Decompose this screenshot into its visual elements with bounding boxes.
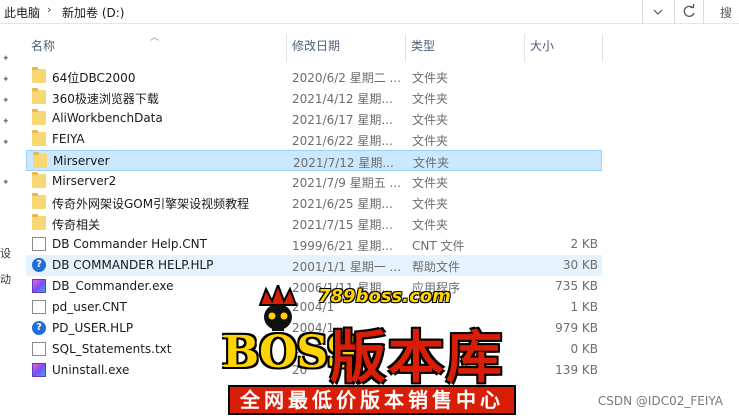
file-name: 传奇相关: [52, 218, 101, 232]
watermark-title: 版本库: [330, 326, 504, 391]
folder-icon: [32, 88, 46, 104]
file-row[interactable]: Mirserver2 2021/7/9 星期五 ... 文件夹: [26, 171, 602, 192]
file-name: FEIYA: [52, 132, 85, 146]
pin-icon: ✦: [2, 178, 10, 188]
file-name: Mirserver2: [52, 174, 117, 188]
column-header-date[interactable]: 修改日期: [287, 34, 405, 62]
file-name: Mirserver: [53, 154, 110, 168]
file-type: 文件夹: [412, 113, 449, 127]
file-type: 文件夹: [412, 71, 449, 85]
pin-icon: ✦: [2, 75, 10, 85]
address-history-button[interactable]: [646, 0, 670, 24]
pin-icon: ✦: [2, 54, 10, 64]
file-date: 2021/4/12 星期...: [292, 92, 393, 106]
text-file-icon: [32, 342, 46, 356]
file-type: 文件夹: [412, 218, 449, 232]
file-row[interactable]: ? DB COMMANDER HELP.HLP 2001/1/1 星期一 ... 帮助…: [26, 255, 602, 276]
file-row[interactable]: 传奇相关 2021/7/15 星期... 文件夹: [26, 213, 602, 234]
document-icon: [32, 237, 46, 251]
file-date: 2021/6/17 星期...: [292, 113, 393, 127]
breadcrumb-drive-d[interactable]: 新加卷 (D:): [62, 4, 124, 21]
file-type: 文件夹: [412, 197, 449, 211]
address-bar: 此电脑 › 新加卷 (D:) 搜: [0, 0, 739, 24]
refresh-icon: [683, 4, 695, 17]
folder-icon: [32, 67, 46, 83]
file-size: 0 KB: [570, 342, 598, 356]
folder-icon: [32, 193, 46, 209]
folder-icon: [32, 130, 46, 146]
file-row[interactable]: Mirserver 2021/7/12 星期... 文件夹: [26, 150, 602, 171]
file-size: 139 KB: [555, 363, 598, 377]
application-icon: [32, 363, 46, 377]
file-row[interactable]: 传奇外网架设GOM引擎架设视频教程 2021/6/25 星期... 文件夹: [26, 192, 602, 213]
file-date: 2021/7/9 星期五 ...: [292, 176, 401, 190]
file-name: DB Commander Help.CNT: [52, 237, 207, 251]
file-size: 735 KB: [555, 279, 598, 293]
file-type: CNT 文件: [412, 239, 465, 253]
file-row[interactable]: AliWorkbenchData 2021/6/17 星期... 文件夹: [26, 108, 602, 129]
file-name: DB COMMANDER HELP.HLP: [52, 258, 214, 272]
file-row[interactable]: FEIYA 2021/6/22 星期... 文件夹: [26, 129, 602, 150]
application-icon: [32, 279, 46, 293]
breadcrumb[interactable]: 此电脑 › 新加卷 (D:): [0, 0, 643, 24]
file-row[interactable]: 360极速浏览器下载 2021/4/12 星期... 文件夹: [26, 87, 602, 108]
help-file-icon: ?: [32, 258, 46, 272]
breadcrumb-this-pc[interactable]: 此电脑: [4, 4, 40, 21]
column-header-size[interactable]: 大小: [525, 34, 602, 62]
author-credit: CSDN @IDC02_FEIYA: [597, 394, 723, 408]
breadcrumb-separator-icon: ›: [47, 3, 52, 16]
file-row[interactable]: DB Commander Help.CNT 1999/6/21 星期... CNT …: [26, 234, 602, 255]
nav-item-label[interactable]: 动: [0, 271, 11, 287]
column-header-name[interactable]: 名称: [26, 34, 286, 62]
file-date: 1999/6/21 星期...: [292, 239, 393, 253]
watermark-url: 789boss.com: [318, 286, 451, 307]
file-type: 文件夹: [412, 92, 449, 106]
search-placeholder: 搜: [720, 6, 733, 20]
file-name: pd_user.CNT: [52, 300, 127, 314]
file-type: 文件夹: [413, 156, 450, 170]
file-name: DB_Commander.exe: [52, 279, 174, 293]
navigation-pane: ✦ ✦ ✦ ✦ ✦ ✦ 设 动: [0, 24, 16, 420]
pin-icon: ✦: [2, 117, 10, 127]
folder-icon: [32, 172, 46, 188]
file-size: 979 KB: [555, 321, 598, 335]
file-date: 2021/6/22 星期...: [292, 134, 393, 148]
file-date: 2021/6/25 星期...: [292, 197, 393, 211]
folder-icon: [33, 152, 47, 168]
file-name: SQL_Statements.txt: [52, 342, 172, 356]
help-file-icon: ?: [32, 321, 46, 335]
file-size: 30 KB: [562, 258, 598, 272]
file-name: 360极速浏览器下载: [52, 92, 159, 106]
file-type: 文件夹: [412, 134, 449, 148]
pin-icon: ✦: [2, 138, 10, 148]
file-date: 2001/1/1 星期一 ...: [292, 260, 401, 274]
file-row[interactable]: 64位DBC2000 2020/6/2 星期二 ... 文件夹: [26, 66, 602, 87]
file-date: 2021/7/15 星期...: [292, 218, 393, 232]
file-size: 1 KB: [570, 300, 598, 314]
file-name: PD_USER.HLP: [52, 321, 134, 335]
file-type: 文件夹: [412, 176, 449, 190]
folder-icon: [32, 109, 46, 125]
column-header-type[interactable]: 类型: [406, 34, 524, 62]
file-date: 2020/6/2 星期二 ...: [292, 71, 401, 85]
refresh-button[interactable]: [674, 0, 702, 24]
file-name: Uninstall.exe: [52, 363, 130, 377]
file-name: AliWorkbenchData: [52, 111, 163, 125]
nav-item-label[interactable]: 设: [0, 245, 11, 261]
file-name: 传奇外网架设GOM引擎架设视频教程: [52, 197, 250, 211]
search-input[interactable]: 搜: [703, 0, 739, 24]
column-divider[interactable]: [602, 34, 603, 62]
chevron-down-icon: [653, 9, 663, 15]
file-date: 2021/7/12 星期...: [293, 156, 394, 170]
document-icon: [32, 300, 46, 314]
file-name: 64位DBC2000: [52, 71, 136, 85]
file-size: 2 KB: [570, 237, 598, 251]
folder-icon: [32, 214, 46, 230]
watermark: 789boss.com BOSS 版本库 全网最低价版本销售中心: [222, 285, 522, 420]
file-type: 帮助文件: [412, 260, 461, 274]
watermark-slogan: 全网最低价版本销售中心: [228, 385, 516, 415]
pin-icon: ✦: [2, 96, 10, 106]
